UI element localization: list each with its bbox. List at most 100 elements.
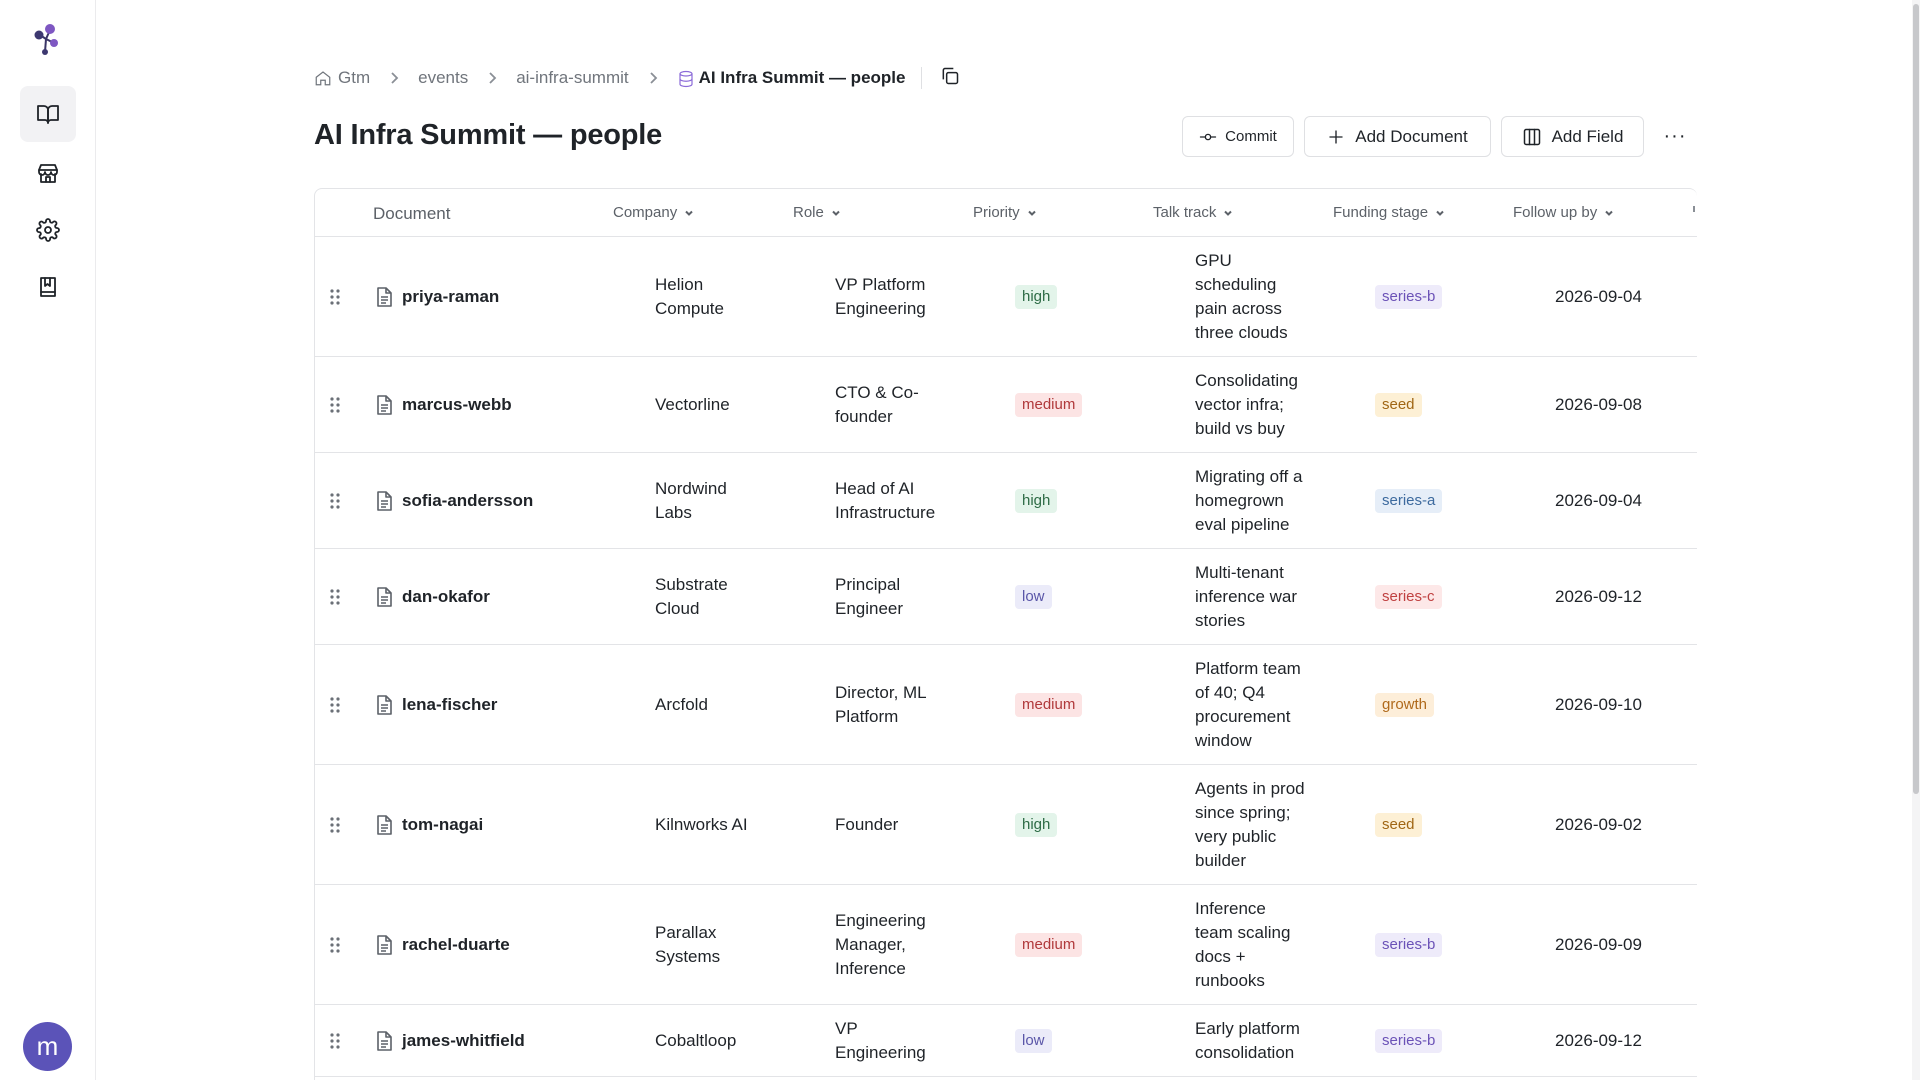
sidebar-item-settings[interactable] bbox=[20, 202, 76, 258]
breadcrumb-item-events[interactable]: events bbox=[418, 68, 468, 88]
document-link[interactable]: rachel-duarte bbox=[402, 933, 510, 957]
follow-up-date[interactable]: 2026-09-12 bbox=[1555, 585, 1642, 609]
drag-handle-icon[interactable] bbox=[329, 1032, 341, 1050]
company-cell: Arcfold bbox=[655, 693, 708, 717]
plus-icon bbox=[1329, 129, 1343, 144]
talk-track-cell-line: runbooks bbox=[1195, 971, 1265, 990]
follow-up-date[interactable]: 2026-09-04 bbox=[1555, 285, 1642, 309]
column-header-role[interactable]: Role bbox=[793, 204, 842, 221]
role-cell: VP Platform Engineering bbox=[835, 273, 926, 321]
document-link[interactable]: james-whitfield bbox=[402, 1029, 525, 1053]
company-cell: Cobaltloop bbox=[655, 1029, 736, 1053]
talk-track-cell-line: builder bbox=[1195, 851, 1247, 870]
talk-track-cell-line: vector infra; bbox=[1195, 395, 1284, 414]
table-row[interactable]: sofia-andersson Nordwind Labs Head of AI Inf… bbox=[315, 453, 1697, 549]
follow-up-date[interactable]: 2026-09-04 bbox=[1555, 489, 1642, 513]
follow-up-date[interactable]: 2026-09-08 bbox=[1555, 393, 1642, 417]
breadcrumb-item-current[interactable]: AI Infra Summit — people bbox=[677, 68, 905, 88]
document-icon bbox=[375, 491, 393, 511]
app-logo[interactable] bbox=[30, 22, 64, 56]
drag-handle-icon[interactable] bbox=[329, 936, 341, 954]
drag-handle-icon[interactable] bbox=[329, 288, 341, 306]
add-document-button[interactable]: Add Document bbox=[1304, 116, 1491, 157]
commit-button[interactable]: Commit bbox=[1182, 116, 1294, 157]
funding-stage-badge[interactable]: seed bbox=[1375, 393, 1422, 417]
priority-badge[interactable]: medium bbox=[1015, 933, 1083, 957]
funding-stage-badge[interactable]: series-b bbox=[1375, 285, 1443, 309]
company-cell-line: Cobaltloop bbox=[655, 1031, 737, 1050]
role-cell-line: VP Platform bbox=[835, 275, 926, 294]
table-row[interactable]: lena-fischer Arcfold Director, ML Platform m… bbox=[315, 645, 1697, 765]
sidebar-item-library[interactable] bbox=[20, 259, 76, 315]
priority-badge[interactable]: high bbox=[1015, 489, 1058, 513]
talk-track-cell: Consolidating vector infra; build vs buy bbox=[1195, 369, 1298, 441]
priority-badge[interactable]: medium bbox=[1015, 393, 1083, 417]
funding-stage-badge[interactable]: series-b bbox=[1375, 1029, 1443, 1053]
column-resize-handle[interactable] bbox=[1693, 206, 1695, 212]
avatar[interactable]: m bbox=[23, 1022, 72, 1071]
funding-stage-badge[interactable]: series-a bbox=[1375, 489, 1443, 513]
copy-icon[interactable] bbox=[940, 66, 960, 91]
role-cell-line: Engineering bbox=[835, 911, 926, 930]
drag-handle-icon[interactable] bbox=[329, 588, 341, 606]
follow-up-date[interactable]: 2026-09-10 bbox=[1555, 693, 1642, 717]
table-row[interactable]: tom-nagai Kilnworks AI Founder high Agents i… bbox=[315, 765, 1697, 885]
role-cell-line: Manager, bbox=[835, 935, 906, 954]
sidebar-item-store[interactable] bbox=[20, 145, 76, 201]
funding-stage-badge[interactable]: series-b bbox=[1375, 933, 1443, 957]
chevron-down-icon bbox=[1605, 210, 1613, 216]
column-header-company[interactable]: Company bbox=[613, 204, 695, 221]
drag-handle-icon[interactable] bbox=[329, 816, 341, 834]
table-row[interactable]: priya-raman Helion Compute VP Platform Engin… bbox=[315, 237, 1697, 357]
priority-badge[interactable]: high bbox=[1015, 285, 1058, 309]
table-row[interactable]: marcus-webb Vectorline CTO & Co-founder med… bbox=[315, 357, 1697, 453]
column-header-funding-stage[interactable]: Funding stage bbox=[1333, 204, 1446, 221]
table-row[interactable]: dan-okafor Substrate Cloud Principal Enginee… bbox=[315, 549, 1697, 645]
table-row[interactable]: rachel-duarte Parallax Systems Engineering M… bbox=[315, 885, 1697, 1005]
table-row[interactable]: james-whitfield Cobaltloop VP Engineering lo… bbox=[315, 1005, 1697, 1077]
store-icon bbox=[38, 164, 58, 183]
priority-badge[interactable]: medium bbox=[1015, 693, 1083, 717]
column-header-talk-track[interactable]: Talk track bbox=[1153, 204, 1234, 221]
company-cell-line: Substrate bbox=[655, 575, 728, 594]
funding-stage-badge[interactable]: series-c bbox=[1375, 585, 1442, 609]
follow-up-date[interactable]: 2026-09-12 bbox=[1555, 1029, 1642, 1053]
document-link[interactable]: dan-okafor bbox=[402, 585, 490, 609]
document-link[interactable]: priya-raman bbox=[402, 285, 499, 309]
role-cell-line: Principal bbox=[835, 575, 901, 594]
scrollbar-thumb[interactable] bbox=[1913, 4, 1919, 794]
column-header-document[interactable]: Document bbox=[373, 204, 450, 224]
priority-badge[interactable]: low bbox=[1015, 1029, 1052, 1053]
funding-stage-badge[interactable]: growth bbox=[1375, 693, 1435, 717]
priority-badge[interactable]: high bbox=[1015, 813, 1058, 837]
column-header-priority[interactable]: Priority bbox=[973, 204, 1038, 221]
column-header-follow-up-by[interactable]: Follow up by bbox=[1513, 204, 1615, 221]
chevron-down-icon bbox=[685, 210, 693, 216]
breadcrumb-item-gtm[interactable]: Gtm bbox=[314, 68, 370, 88]
drag-handle-icon[interactable] bbox=[329, 396, 341, 414]
gear-icon bbox=[36, 218, 60, 242]
more-options-button[interactable]: ··· bbox=[1660, 124, 1690, 148]
company-cell: Substrate Cloud bbox=[655, 573, 728, 621]
drag-handle-icon[interactable] bbox=[329, 492, 341, 510]
drag-handle-icon[interactable] bbox=[329, 696, 341, 714]
talk-track-cell-line: Inference bbox=[1195, 899, 1266, 918]
breadcrumb-item-ai-infra-summit[interactable]: ai-infra-summit bbox=[516, 68, 628, 88]
add-field-button[interactable]: Add Field bbox=[1501, 116, 1644, 157]
follow-up-date[interactable]: 2026-09-02 bbox=[1555, 813, 1642, 837]
book-open-icon bbox=[37, 105, 59, 124]
table-header: Document Company Role Priority Talk trac… bbox=[315, 189, 1697, 237]
role-cell-line: Founder bbox=[835, 815, 899, 834]
document-link[interactable]: marcus-webb bbox=[402, 393, 512, 417]
company-cell-line: Kilnworks AI bbox=[655, 815, 748, 834]
role-cell-line: Engineer bbox=[835, 599, 904, 618]
follow-up-date[interactable]: 2026-09-09 bbox=[1555, 933, 1642, 957]
document-link[interactable]: tom-nagai bbox=[402, 813, 483, 837]
chevron-down-icon bbox=[1224, 210, 1233, 216]
sidebar-item-docs[interactable] bbox=[20, 86, 76, 142]
role-cell: Head of AI Infrastructure bbox=[835, 477, 935, 525]
funding-stage-badge[interactable]: seed bbox=[1375, 813, 1422, 837]
document-link[interactable]: lena-fischer bbox=[402, 693, 497, 717]
document-link[interactable]: sofia-andersson bbox=[402, 489, 533, 513]
priority-badge[interactable]: low bbox=[1015, 585, 1052, 609]
